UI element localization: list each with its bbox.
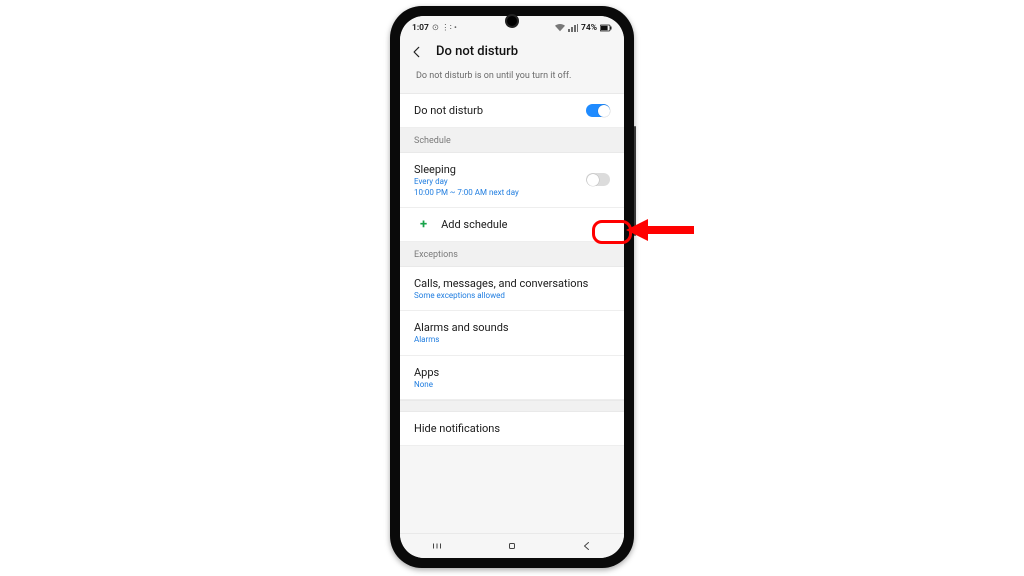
- schedule-sleeping-days: Every day: [414, 177, 519, 187]
- header: Do not disturb: [400, 38, 624, 69]
- dnd-toggle-row[interactable]: Do not disturb: [400, 94, 624, 128]
- alarms-sub: Alarms: [414, 335, 509, 345]
- back-icon[interactable]: [410, 45, 424, 59]
- plus-icon: +: [420, 218, 427, 231]
- settings-list: Do not disturb Schedule Sleeping Every d…: [400, 94, 624, 533]
- hide-notifications-label: Hide notifications: [414, 422, 500, 435]
- dnd-toggle[interactable]: [586, 104, 610, 117]
- schedule-sleeping-row[interactable]: Sleeping Every day 10:00 PM ~ 7:00 AM ne…: [400, 153, 624, 208]
- section-gap: [400, 400, 624, 412]
- back-nav-icon[interactable]: [581, 540, 593, 552]
- schedule-section-header: Schedule: [400, 128, 624, 153]
- android-navbar: [400, 533, 624, 558]
- phone-frame: 1:07 ⊙ ⋮∶ • 74% Do not disturb Do not di…: [390, 6, 634, 568]
- home-icon[interactable]: [506, 540, 518, 552]
- hide-notifications-row[interactable]: Hide notifications: [400, 412, 624, 446]
- alarms-label: Alarms and sounds: [414, 321, 509, 334]
- status-banner: Do not disturb is on until you turn it o…: [400, 69, 624, 94]
- signal-icon: [568, 24, 578, 32]
- status-left: 1:07 ⊙ ⋮∶ •: [412, 23, 457, 33]
- battery-icon: [600, 24, 612, 32]
- screen: 1:07 ⊙ ⋮∶ • 74% Do not disturb Do not di…: [400, 16, 624, 558]
- dnd-toggle-label: Do not disturb: [414, 104, 483, 117]
- apps-label: Apps: [414, 366, 439, 379]
- add-schedule-row[interactable]: + Add schedule: [400, 208, 624, 242]
- page-title: Do not disturb: [436, 44, 518, 59]
- status-right: 74%: [555, 23, 612, 33]
- apps-sub: None: [414, 380, 439, 390]
- exceptions-section-header: Exceptions: [400, 242, 624, 267]
- schedule-sleeping-hours: 10:00 PM ~ 7:00 AM next day: [414, 188, 519, 197]
- calls-row[interactable]: Calls, messages, and conversations Some …: [400, 267, 624, 312]
- calls-sub: Some exceptions allowed: [414, 291, 588, 301]
- add-schedule-label: Add schedule: [441, 218, 507, 231]
- schedule-sleeping-toggle[interactable]: [586, 173, 610, 186]
- apps-row[interactable]: Apps None: [400, 356, 624, 401]
- calls-label: Calls, messages, and conversations: [414, 277, 588, 290]
- annotation-arrow-icon: [626, 215, 696, 245]
- schedule-sleeping-label: Sleeping: [414, 163, 519, 176]
- camera-notch: [505, 14, 519, 28]
- recents-icon[interactable]: [431, 540, 443, 552]
- alarms-row[interactable]: Alarms and sounds Alarms: [400, 311, 624, 356]
- battery-text: 74%: [581, 23, 597, 33]
- wifi-icon: [555, 24, 565, 32]
- status-notification-icons: ⊙ ⋮∶ •: [432, 23, 457, 33]
- status-time: 1:07: [412, 23, 429, 33]
